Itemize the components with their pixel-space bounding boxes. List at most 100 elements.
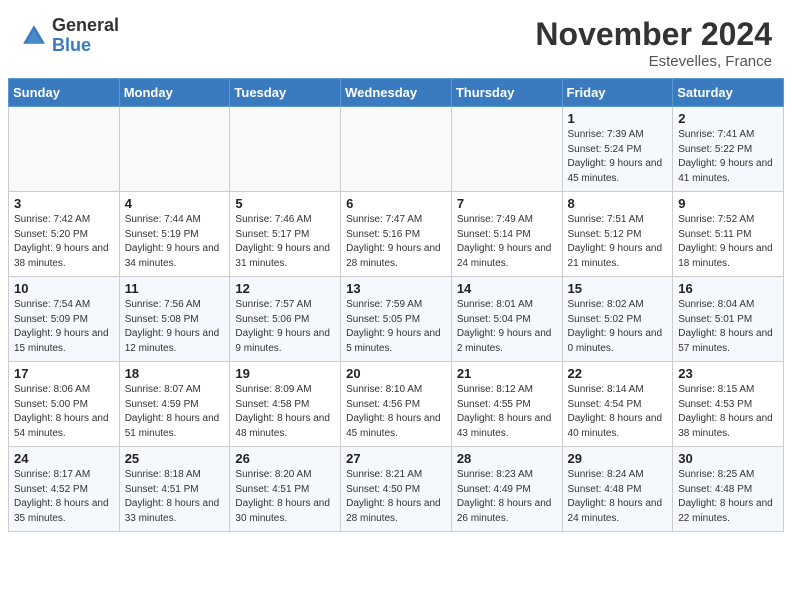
day-number: 2 <box>678 111 778 126</box>
calendar-day-cell: 1 Sunrise: 7:39 AMSunset: 5:24 PMDaylight… <box>562 107 673 192</box>
calendar-week-row: 3Sunrise: 7:42 AMSunset: 5:20 PMDaylight… <box>9 192 784 277</box>
calendar-day-cell: 13 Sunrise: 7:59 AMSunset: 5:05 PMDayligh… <box>341 277 452 362</box>
title-section: November 2024 Estevelles, France <box>535 16 772 70</box>
day-number: 14 <box>457 281 557 296</box>
calendar-container: Sunday Monday Tuesday Wednesday Thursday… <box>0 78 792 540</box>
calendar-day-cell <box>451 107 562 192</box>
day-info: Sunrise: 8:02 AMSunset: 5:02 PMDaylight:… <box>568 298 668 356</box>
calendar-day-cell: 19Sunrise: 8:09 AMSunset: 4:58 PMDayligh… <box>230 362 341 447</box>
calendar-day-cell: 8 Sunrise: 7:51 AMSunset: 5:12 PMDaylight… <box>562 192 673 277</box>
day-number: 22 <box>568 366 668 381</box>
day-info: Sunrise: 7:49 AMSunset: 5:14 PMDaylight:… <box>457 213 557 271</box>
calendar-week-row: 1 Sunrise: 7:39 AMSunset: 5:24 PMDaylight… <box>9 107 784 192</box>
calendar-day-cell: 16Sunrise: 8:04 AMSunset: 5:01 PMDayligh… <box>673 277 784 362</box>
day-info: Sunrise: 7:54 AMSunset: 5:09 PMDaylight:… <box>14 298 114 356</box>
day-info: Sunrise: 7:39 AMSunset: 5:24 PMDaylight:… <box>568 128 668 186</box>
day-info: Sunrise: 7:46 AMSunset: 5:17 PMDaylight:… <box>235 213 335 271</box>
day-info: Sunrise: 7:59 AMSunset: 5:05 PMDaylight:… <box>346 298 446 356</box>
calendar-week-row: 10 Sunrise: 7:54 AMSunset: 5:09 PMDayligh… <box>9 277 784 362</box>
day-info: Sunrise: 8:12 AMSunset: 4:55 PMDaylight:… <box>457 383 557 441</box>
day-info: Sunrise: 8:07 AMSunset: 4:59 PMDaylight:… <box>125 383 225 441</box>
logo-blue-text: Blue <box>52 36 119 56</box>
location-subtitle: Estevelles, France <box>535 53 772 70</box>
calendar-day-cell: 5 Sunrise: 7:46 AMSunset: 5:17 PMDaylight… <box>230 192 341 277</box>
day-number: 13 <box>346 281 446 296</box>
calendar-day-cell: 26Sunrise: 8:20 AMSunset: 4:51 PMDayligh… <box>230 447 341 532</box>
col-monday: Monday <box>119 79 230 107</box>
calendar-day-cell: 14 Sunrise: 8:01 AMSunset: 5:04 PMDayligh… <box>451 277 562 362</box>
day-info: Sunrise: 7:51 AMSunset: 5:12 PMDaylight:… <box>568 213 668 271</box>
calendar-day-cell <box>119 107 230 192</box>
calendar-day-cell: 28 Sunrise: 8:23 AMSunset: 4:49 PMDayligh… <box>451 447 562 532</box>
day-info: Sunrise: 7:47 AMSunset: 5:16 PMDaylight:… <box>346 213 446 271</box>
day-number: 1 <box>568 111 668 126</box>
day-info: Sunrise: 7:41 AMSunset: 5:22 PMDaylight:… <box>678 128 778 186</box>
day-number: 8 <box>568 196 668 211</box>
header-row: Sunday Monday Tuesday Wednesday Thursday… <box>9 79 784 107</box>
day-number: 28 <box>457 451 557 466</box>
calendar-day-cell: 12Sunrise: 7:57 AMSunset: 5:06 PMDayligh… <box>230 277 341 362</box>
day-info: Sunrise: 8:10 AMSunset: 4:56 PMDaylight:… <box>346 383 446 441</box>
col-friday: Friday <box>562 79 673 107</box>
day-info: Sunrise: 8:20 AMSunset: 4:51 PMDaylight:… <box>235 468 335 526</box>
logo-icon <box>20 22 48 50</box>
calendar-day-cell: 22 Sunrise: 8:14 AMSunset: 4:54 PMDayligh… <box>562 362 673 447</box>
day-number: 11 <box>125 281 225 296</box>
day-number: 7 <box>457 196 557 211</box>
calendar-day-cell <box>230 107 341 192</box>
day-info: Sunrise: 7:52 AMSunset: 5:11 PMDaylight:… <box>678 213 778 271</box>
day-number: 25 <box>125 451 225 466</box>
day-number: 4 <box>125 196 225 211</box>
calendar-week-row: 17 Sunrise: 8:06 AMSunset: 5:00 PMDayligh… <box>9 362 784 447</box>
day-number: 29 <box>568 451 668 466</box>
day-number: 10 <box>14 281 114 296</box>
day-info: Sunrise: 8:04 AMSunset: 5:01 PMDaylight:… <box>678 298 778 356</box>
calendar-day-cell: 29 Sunrise: 8:24 AMSunset: 4:48 PMDayligh… <box>562 447 673 532</box>
calendar-day-cell: 4 Sunrise: 7:44 AMSunset: 5:19 PMDaylight… <box>119 192 230 277</box>
day-info: Sunrise: 7:57 AMSunset: 5:06 PMDaylight:… <box>235 298 335 356</box>
day-number: 27 <box>346 451 446 466</box>
day-info: Sunrise: 7:44 AMSunset: 5:19 PMDaylight:… <box>125 213 225 271</box>
day-info: Sunrise: 8:18 AMSunset: 4:51 PMDaylight:… <box>125 468 225 526</box>
calendar-week-row: 24Sunrise: 8:17 AMSunset: 4:52 PMDayligh… <box>9 447 784 532</box>
calendar-day-cell: 6 Sunrise: 7:47 AMSunset: 5:16 PMDaylight… <box>341 192 452 277</box>
day-info: Sunrise: 8:14 AMSunset: 4:54 PMDaylight:… <box>568 383 668 441</box>
day-number: 17 <box>14 366 114 381</box>
month-year-title: November 2024 <box>535 16 772 53</box>
day-number: 23 <box>678 366 778 381</box>
calendar-day-cell: 15 Sunrise: 8:02 AMSunset: 5:02 PMDayligh… <box>562 277 673 362</box>
day-info: Sunrise: 7:42 AMSunset: 5:20 PMDaylight:… <box>14 213 114 271</box>
calendar-body: 1 Sunrise: 7:39 AMSunset: 5:24 PMDaylight… <box>9 107 784 532</box>
calendar-day-cell: 25 Sunrise: 8:18 AMSunset: 4:51 PMDayligh… <box>119 447 230 532</box>
logo-general-text: General <box>52 16 119 36</box>
day-info: Sunrise: 8:24 AMSunset: 4:48 PMDaylight:… <box>568 468 668 526</box>
calendar-day-cell <box>9 107 120 192</box>
day-info: Sunrise: 8:21 AMSunset: 4:50 PMDaylight:… <box>346 468 446 526</box>
calendar-day-cell <box>341 107 452 192</box>
calendar-header: Sunday Monday Tuesday Wednesday Thursday… <box>9 79 784 107</box>
page-header: General Blue November 2024 Estevelles, F… <box>0 0 792 78</box>
day-number: 15 <box>568 281 668 296</box>
day-info: Sunrise: 8:17 AMSunset: 4:52 PMDaylight:… <box>14 468 114 526</box>
col-sunday: Sunday <box>9 79 120 107</box>
day-info: Sunrise: 8:23 AMSunset: 4:49 PMDaylight:… <box>457 468 557 526</box>
day-number: 21 <box>457 366 557 381</box>
day-number: 9 <box>678 196 778 211</box>
day-number: 18 <box>125 366 225 381</box>
calendar-day-cell: 11Sunrise: 7:56 AMSunset: 5:08 PMDayligh… <box>119 277 230 362</box>
day-info: Sunrise: 8:01 AMSunset: 5:04 PMDaylight:… <box>457 298 557 356</box>
calendar-day-cell: 7 Sunrise: 7:49 AMSunset: 5:14 PMDaylight… <box>451 192 562 277</box>
day-info: Sunrise: 8:15 AMSunset: 4:53 PMDaylight:… <box>678 383 778 441</box>
day-info: Sunrise: 8:06 AMSunset: 5:00 PMDaylight:… <box>14 383 114 441</box>
calendar-day-cell: 10 Sunrise: 7:54 AMSunset: 5:09 PMDayligh… <box>9 277 120 362</box>
day-number: 6 <box>346 196 446 211</box>
day-info: Sunrise: 8:25 AMSunset: 4:48 PMDaylight:… <box>678 468 778 526</box>
calendar-day-cell: 23 Sunrise: 8:15 AMSunset: 4:53 PMDayligh… <box>673 362 784 447</box>
calendar-day-cell: 30 Sunrise: 8:25 AMSunset: 4:48 PMDayligh… <box>673 447 784 532</box>
day-number: 5 <box>235 196 335 211</box>
day-number: 19 <box>235 366 335 381</box>
day-number: 30 <box>678 451 778 466</box>
day-number: 20 <box>346 366 446 381</box>
calendar-day-cell: 24Sunrise: 8:17 AMSunset: 4:52 PMDayligh… <box>9 447 120 532</box>
col-saturday: Saturday <box>673 79 784 107</box>
